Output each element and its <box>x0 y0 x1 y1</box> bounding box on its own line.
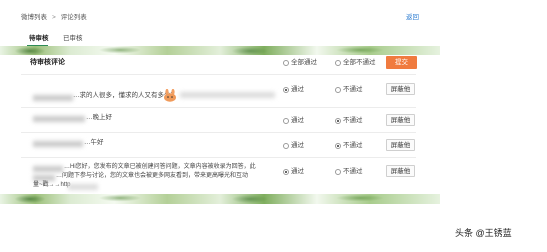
reject-radio[interactable] <box>335 143 341 149</box>
breadcrumb-home-link[interactable]: 微博列表 <box>21 14 47 21</box>
decorative-banner <box>0 194 440 204</box>
block-user-button[interactable]: 屏蔽他 <box>386 114 415 126</box>
back-link[interactable]: 返回 <box>406 13 419 23</box>
pass-radio[interactable] <box>283 169 289 175</box>
all-pass-label: 全部通过 <box>291 59 317 66</box>
block-user-button[interactable]: 屏蔽他 <box>386 139 415 151</box>
blurred-image <box>180 92 275 98</box>
submit-button[interactable]: 提交 <box>386 56 417 69</box>
reject-label: 不通过 <box>343 168 363 175</box>
blurred-username <box>33 141 83 147</box>
block-user-button[interactable]: 屏蔽他 <box>386 165 415 177</box>
all-reject-radio[interactable] <box>335 60 341 66</box>
tab-reviewed[interactable]: 已审核 <box>63 33 83 45</box>
reject-label: 不通过 <box>343 86 363 93</box>
blurred-username <box>33 95 73 101</box>
tab-pending[interactable]: 待审核 <box>29 33 49 45</box>
comment-row: …晚上好 通过 不通过 屏蔽他 <box>0 108 547 133</box>
reject-radio[interactable] <box>335 87 341 93</box>
pass-radio[interactable] <box>283 143 289 149</box>
comment-text-line-2: …问题下参与讨论，您的文章也会被更多网友看到，带来更高曝光和互动 <box>56 173 249 179</box>
breadcrumb-current: 评论列表 <box>60 14 87 21</box>
pass-radio[interactable] <box>283 118 289 124</box>
reject-radio[interactable] <box>335 118 341 124</box>
reject-label: 不通过 <box>343 117 363 124</box>
pass-label: 通过 <box>291 86 304 93</box>
pass-label: 通过 <box>291 117 304 124</box>
decorative-banner <box>0 46 440 55</box>
blurred-username <box>33 116 85 122</box>
comment-text-line-3: 量~戳→→http <box>33 182 71 188</box>
rabbit-emoji-icon <box>162 88 178 102</box>
all-pass-radio[interactable] <box>283 60 289 66</box>
pass-radio[interactable] <box>283 87 289 93</box>
watermark: 头条 @王锈蓝 <box>455 228 512 238</box>
reject-label: 不通过 <box>343 142 363 149</box>
section-title: 待审核评论 <box>30 59 65 66</box>
pass-label: 通过 <box>291 142 304 149</box>
all-reject-label: 全部不通过 <box>343 59 376 66</box>
breadcrumb-separator: > <box>52 14 56 21</box>
comment-row: …午好 通过 不通过 屏蔽他 <box>0 133 547 157</box>
comment-row: …求的人很多，懂求的人又有多少？ 通过 不通过 屏蔽他 <box>0 75 547 105</box>
breadcrumb: 微博列表 > 评论列表 <box>21 13 87 23</box>
comment-text: …午好 <box>84 139 104 146</box>
comment-text: …晚上好 <box>86 114 112 121</box>
blurred-link <box>68 184 98 190</box>
block-user-button[interactable]: 屏蔽他 <box>386 83 415 95</box>
reject-radio[interactable] <box>335 169 341 175</box>
comment-row: …Hi您好，您发布的文章已被创建问答问题，文章内容被收录为回答，此 …问题下参与… <box>0 158 547 194</box>
pass-label: 通过 <box>291 168 304 175</box>
